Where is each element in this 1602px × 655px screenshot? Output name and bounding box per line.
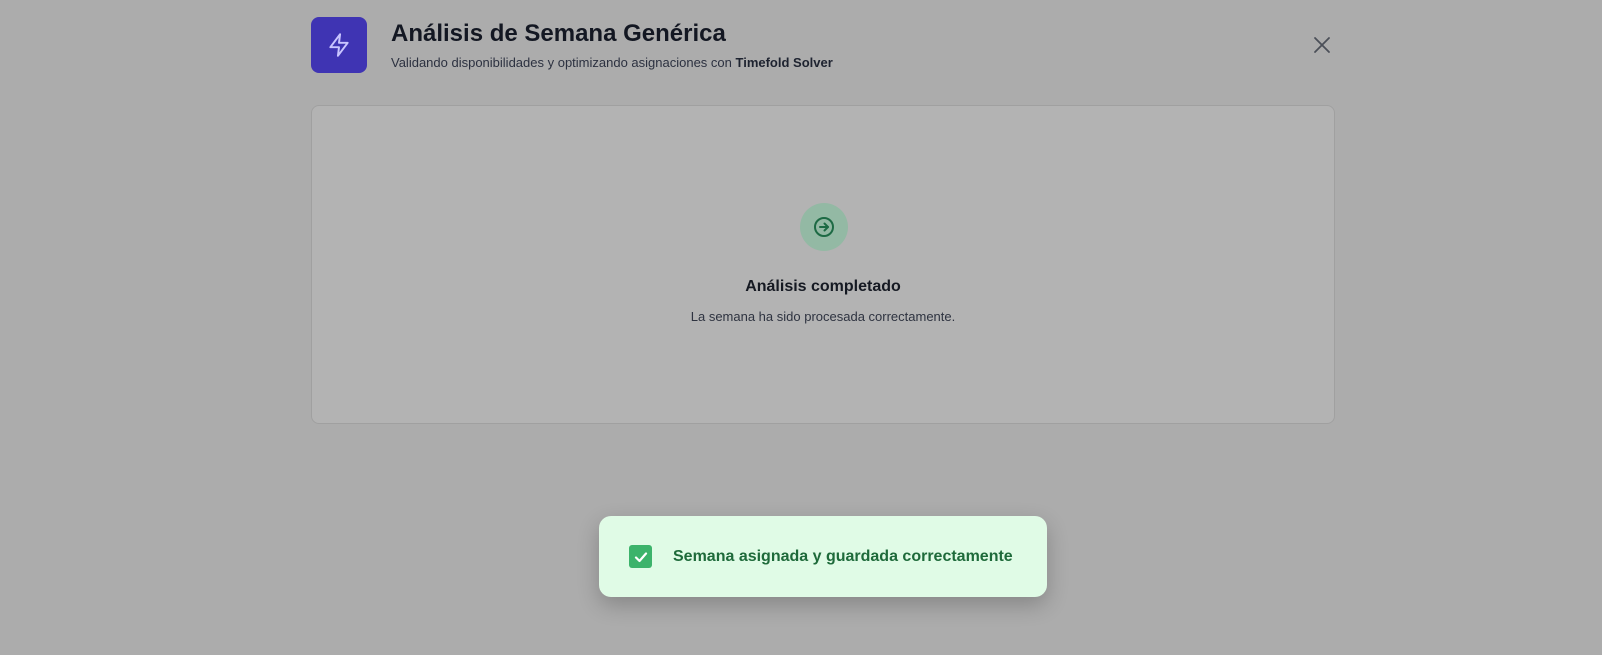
status-title: Análisis completado [745,278,901,295]
success-toast: Semana asignada y guardada correctamente [599,516,1047,597]
close-button[interactable] [1308,31,1336,59]
status-indicator [800,203,848,251]
toast-message: Semana asignada y guardada correctamente [673,548,1013,565]
subtitle-text: Validando disponibilidades y optimizando… [391,55,736,70]
page-subtitle: Validando disponibilidades y optimizando… [391,54,833,72]
status-message: La semana ha sido procesada correctament… [690,309,956,324]
modal-header: Análisis de Semana Genérica Validando di… [311,17,1336,73]
solver-name: Timefold Solver [735,55,833,70]
analysis-status-card: Análisis completado La semana ha sido pr… [311,105,1335,424]
lightning-bolt-icon [311,17,367,73]
close-icon [1314,37,1330,53]
check-square-icon [629,545,652,568]
arrow-right-circle-icon [814,217,834,237]
page-title: Análisis de Semana Genérica [391,20,726,47]
